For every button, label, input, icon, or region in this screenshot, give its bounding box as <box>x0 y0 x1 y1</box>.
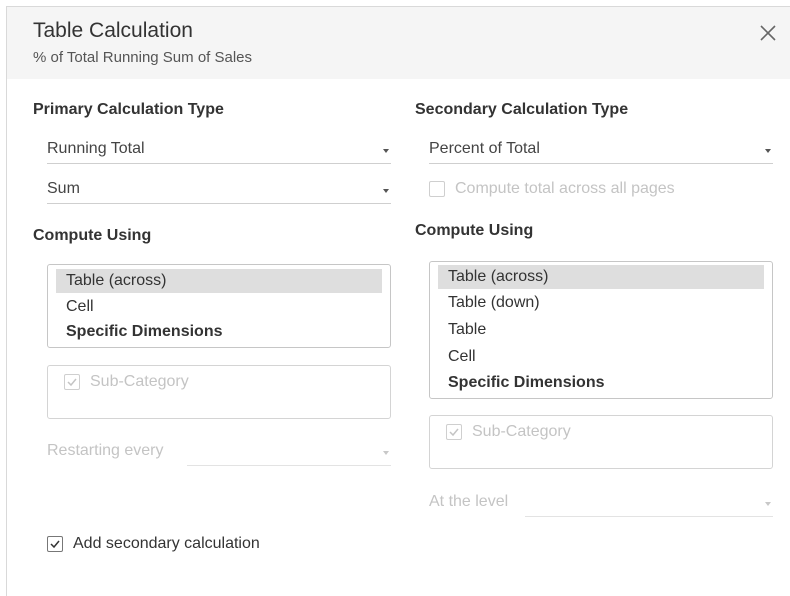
close-icon <box>756 21 780 45</box>
primary-calc-type-value: Running Total <box>47 140 145 157</box>
list-item-cell[interactable]: Cell <box>438 345 764 369</box>
compute-total-across-pages-checkbox[interactable]: Compute total across all pages <box>429 180 729 200</box>
list-item-specific-dimensions[interactable]: Specific Dimensions <box>438 371 764 395</box>
close-button[interactable] <box>756 21 780 45</box>
checkbox <box>64 374 80 390</box>
list-item-table[interactable]: Table <box>438 318 764 342</box>
restarting-every-dropdown[interactable] <box>187 442 391 466</box>
restarting-every-label: Restarting every <box>47 442 164 459</box>
primary-calc-type-dropdown[interactable]: Running Total <box>47 140 391 164</box>
checkbox <box>429 181 445 197</box>
secondary-calc-type-dropdown[interactable]: Percent of Total <box>429 140 773 164</box>
primary-dimensions-box: Sub-Category <box>47 365 391 419</box>
secondary-dimensions-box: Sub-Category <box>429 415 773 469</box>
checkbox-label: Sub-Category <box>90 373 189 390</box>
chevron-down-icon <box>765 149 771 153</box>
checkbox <box>47 536 63 552</box>
dialog-header: Table Calculation % of Total Running Sum… <box>7 7 790 79</box>
secondary-sub-category-checkbox[interactable]: Sub-Category <box>446 423 646 443</box>
list-item-specific-dimensions[interactable]: Specific Dimensions <box>56 320 382 344</box>
chevron-down-icon <box>765 502 771 506</box>
at-the-level-label: At the level <box>429 493 509 510</box>
secondary-calculation-heading: Secondary Calculation Type <box>415 101 629 118</box>
dialog-title: Table Calculation <box>33 19 193 42</box>
chevron-down-icon <box>383 149 389 153</box>
primary-compute-using-heading: Compute Using <box>33 227 152 244</box>
secondary-calc-type-value: Percent of Total <box>429 140 540 157</box>
add-secondary-calculation-label: Add secondary calculation <box>73 535 260 552</box>
checkbox <box>446 424 462 440</box>
chevron-down-icon <box>383 189 389 193</box>
list-item-table-across[interactable]: Table (across) <box>56 269 382 293</box>
primary-sub-category-checkbox[interactable]: Sub-Category <box>64 373 264 393</box>
table-calculation-dialog: Table Calculation % of Total Running Sum… <box>6 6 790 596</box>
list-item-table-across[interactable]: Table (across) <box>438 265 764 289</box>
checkbox-label: Sub-Category <box>472 423 571 440</box>
compute-total-across-pages-label: Compute total across all pages <box>455 180 675 197</box>
chevron-down-icon <box>383 451 389 455</box>
primary-calculation-heading: Primary Calculation Type <box>33 101 224 118</box>
at-the-level-dropdown[interactable] <box>525 493 773 517</box>
primary-aggregation-dropdown[interactable]: Sum <box>47 180 391 204</box>
primary-aggregation-value: Sum <box>47 180 80 197</box>
secondary-compute-using-list[interactable]: Table (across) Table (down) Table Cell S… <box>429 261 773 399</box>
dialog-subtitle: % of Total Running Sum of Sales <box>33 49 253 66</box>
list-item-cell[interactable]: Cell <box>56 295 382 319</box>
add-secondary-calculation-checkbox[interactable]: Add secondary calculation <box>47 535 307 555</box>
primary-compute-using-list[interactable]: Table (across) Cell Specific Dimensions <box>47 264 391 348</box>
list-item-table-down[interactable]: Table (down) <box>438 291 764 315</box>
secondary-compute-using-heading: Compute Using <box>415 222 534 239</box>
